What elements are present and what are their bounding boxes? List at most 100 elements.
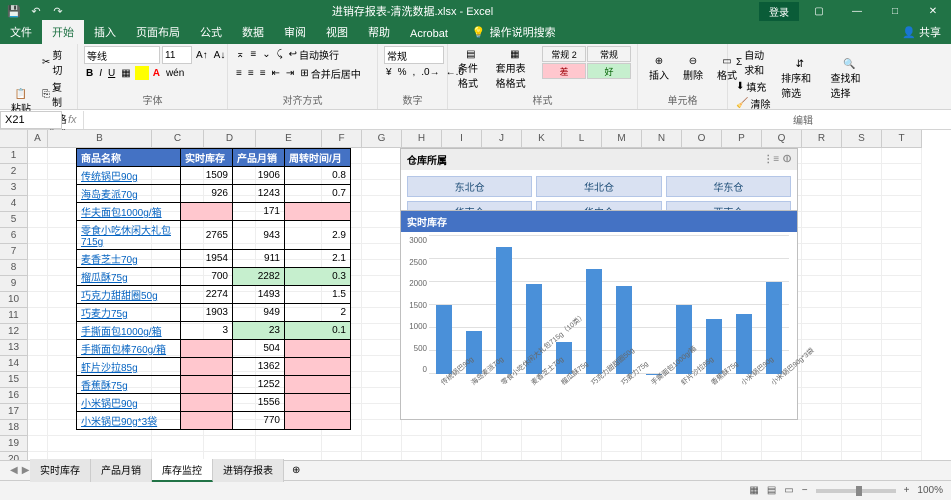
- col-header[interactable]: A: [28, 130, 48, 148]
- stock-cell[interactable]: 1509: [181, 167, 233, 185]
- style-normal2[interactable]: 常规 2: [542, 46, 586, 62]
- view-normal-icon[interactable]: ▦: [749, 485, 758, 496]
- stock-cell[interactable]: [181, 412, 233, 430]
- product-name[interactable]: 传统锅巴90g: [77, 167, 181, 185]
- tab-formula[interactable]: 公式: [190, 20, 232, 44]
- turnover-cell[interactable]: [285, 358, 351, 376]
- new-sheet-button[interactable]: ⊕: [284, 465, 308, 476]
- col-header[interactable]: I: [442, 130, 482, 148]
- fx-icon[interactable]: fx: [62, 114, 83, 126]
- row-header[interactable]: 6: [0, 228, 28, 244]
- tab-view[interactable]: 视图: [316, 20, 358, 44]
- col-header[interactable]: O: [682, 130, 722, 148]
- product-name[interactable]: 榴瓜酥75g: [77, 268, 181, 286]
- col-header[interactable]: E: [256, 130, 322, 148]
- sales-cell[interactable]: 949: [233, 304, 285, 322]
- indent-dec-icon[interactable]: ⇤: [270, 65, 282, 82]
- turnover-cell[interactable]: [285, 412, 351, 430]
- font-size-select[interactable]: [162, 46, 192, 64]
- italic-button[interactable]: I: [97, 66, 104, 80]
- sheet-tab[interactable]: 进销存报表: [213, 459, 284, 482]
- row-header[interactable]: 10: [0, 292, 28, 308]
- slicer-item[interactable]: 华北仓: [536, 176, 661, 197]
- sheet-tab[interactable]: 库存监控: [152, 459, 213, 482]
- fill-color-button[interactable]: [135, 66, 149, 80]
- sheet-prev-icon[interactable]: ◀: [10, 465, 18, 476]
- col-header[interactable]: F: [322, 130, 362, 148]
- indent-inc-icon[interactable]: ⇥: [284, 65, 296, 82]
- row-header[interactable]: 19: [0, 436, 28, 452]
- col-header[interactable]: D: [204, 130, 256, 148]
- font-color-button[interactable]: A: [151, 66, 162, 80]
- row-header[interactable]: 9: [0, 276, 28, 292]
- name-box[interactable]: [0, 111, 62, 129]
- stock-cell[interactable]: 1954: [181, 250, 233, 268]
- turnover-cell[interactable]: 0.7: [285, 185, 351, 203]
- col-header[interactable]: J: [482, 130, 522, 148]
- shrink-font-icon[interactable]: A↓: [212, 46, 228, 64]
- stock-cell[interactable]: [181, 203, 233, 221]
- sales-cell[interactable]: 171: [233, 203, 285, 221]
- minimize-icon[interactable]: —: [839, 0, 875, 22]
- col-header[interactable]: B: [48, 130, 152, 148]
- product-name[interactable]: 麦香芝士70g: [77, 250, 181, 268]
- grow-font-icon[interactable]: A↑: [194, 46, 210, 64]
- tab-home[interactable]: 开始: [42, 20, 84, 44]
- merge-button[interactable]: ⊞ 合并后居中: [298, 65, 362, 82]
- autosum-button[interactable]: Σ 自动求和: [734, 46, 773, 78]
- col-header[interactable]: G: [362, 130, 402, 148]
- row-header[interactable]: 11: [0, 308, 28, 324]
- sales-cell[interactable]: 1556: [233, 394, 285, 412]
- sales-cell[interactable]: 943: [233, 221, 285, 250]
- row-header[interactable]: 1: [0, 148, 28, 164]
- copy-button[interactable]: ⎘复制: [40, 78, 71, 110]
- align-left-icon[interactable]: ≡: [234, 65, 244, 82]
- sheet-tab[interactable]: 产品月销: [91, 459, 152, 482]
- turnover-cell[interactable]: 2: [285, 304, 351, 322]
- row-header[interactable]: 4: [0, 196, 28, 212]
- row-header[interactable]: 7: [0, 244, 28, 260]
- find-select-button[interactable]: 🔍查找和选择: [827, 46, 872, 112]
- product-name[interactable]: 零食小吃休闲大礼包715g: [77, 221, 181, 250]
- tab-help[interactable]: 帮助: [358, 20, 400, 44]
- share-button[interactable]: 👤 共享: [892, 20, 951, 44]
- tab-review[interactable]: 审阅: [274, 20, 316, 44]
- turnover-cell[interactable]: [285, 394, 351, 412]
- col-header[interactable]: T: [882, 130, 922, 148]
- align-right-icon[interactable]: ≡: [258, 65, 268, 82]
- col-header[interactable]: K: [522, 130, 562, 148]
- clear-button[interactable]: 🧹 清除: [734, 95, 773, 112]
- col-header[interactable]: H: [402, 130, 442, 148]
- col-header[interactable]: N: [642, 130, 682, 148]
- row-header[interactable]: 14: [0, 356, 28, 372]
- col-header[interactable]: S: [842, 130, 882, 148]
- sales-cell[interactable]: 770: [233, 412, 285, 430]
- stock-cell[interactable]: [181, 394, 233, 412]
- col-header[interactable]: C: [152, 130, 204, 148]
- sales-cell[interactable]: 2282: [233, 268, 285, 286]
- stock-cell[interactable]: 2765: [181, 221, 233, 250]
- wrap-button[interactable]: ↩ 自动换行: [287, 46, 341, 63]
- redo-icon[interactable]: ↷: [50, 3, 66, 19]
- row-header[interactable]: 17: [0, 404, 28, 420]
- sales-cell[interactable]: 1493: [233, 286, 285, 304]
- cell-styles-gallery[interactable]: 常规 2 常规 差 好: [542, 46, 631, 92]
- col-header[interactable]: L: [562, 130, 602, 148]
- tell-me[interactable]: 💡操作说明搜索: [462, 20, 566, 44]
- zoom-level[interactable]: 100%: [917, 485, 943, 496]
- bold-button[interactable]: B: [84, 66, 95, 80]
- slicer-item[interactable]: 华东仓: [666, 176, 791, 197]
- sales-cell[interactable]: 23: [233, 322, 285, 340]
- turnover-cell[interactable]: 0.8: [285, 167, 351, 185]
- tab-data[interactable]: 数据: [232, 20, 274, 44]
- select-all-corner[interactable]: [0, 130, 28, 148]
- product-name[interactable]: 华夫面包1000g/箱: [77, 203, 181, 221]
- stock-cell[interactable]: 3: [181, 322, 233, 340]
- tab-layout[interactable]: 页面布局: [126, 20, 190, 44]
- turnover-cell[interactable]: 2.1: [285, 250, 351, 268]
- worksheet-grid[interactable]: ABCDEFGHIJKLMNOPQRST 1234567891011121314…: [0, 130, 951, 478]
- row-header[interactable]: 5: [0, 212, 28, 228]
- product-name[interactable]: 巧克力甜甜圈50g: [77, 286, 181, 304]
- sales-cell[interactable]: 1906: [233, 167, 285, 185]
- product-name[interactable]: 小米锅巴90g: [77, 394, 181, 412]
